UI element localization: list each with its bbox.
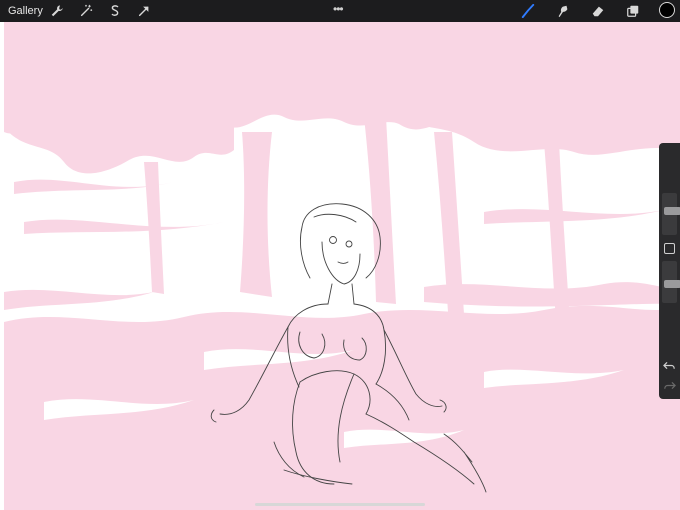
- wrench-icon[interactable]: [49, 3, 65, 19]
- selection-icon[interactable]: [107, 3, 123, 19]
- eraser-icon[interactable]: [590, 3, 606, 19]
- background-pink-paint: [4, 22, 680, 510]
- more-options-button[interactable]: •••: [333, 2, 344, 16]
- opacity-slider[interactable]: [662, 261, 680, 303]
- magic-wand-icon[interactable]: [78, 3, 94, 19]
- brush-icon[interactable]: [520, 3, 536, 19]
- layers-icon[interactable]: [625, 3, 641, 19]
- color-swatch-button[interactable]: [659, 2, 675, 18]
- drawing-canvas[interactable]: [4, 22, 680, 510]
- top-toolbar: Gallery •••: [0, 0, 680, 22]
- artwork: [4, 22, 680, 510]
- modify-button[interactable]: [664, 243, 675, 254]
- brush-size-slider[interactable]: [662, 193, 680, 235]
- undo-icon[interactable]: [663, 359, 676, 372]
- smudge-icon[interactable]: [555, 3, 571, 19]
- side-toolbar: [659, 143, 680, 399]
- transform-arrow-icon[interactable]: [136, 3, 152, 19]
- opacity-thumb[interactable]: [664, 280, 680, 288]
- redo-icon[interactable]: [663, 379, 676, 392]
- home-indicator: [255, 503, 425, 506]
- brush-size-thumb[interactable]: [664, 207, 680, 215]
- gallery-button[interactable]: Gallery: [8, 0, 43, 22]
